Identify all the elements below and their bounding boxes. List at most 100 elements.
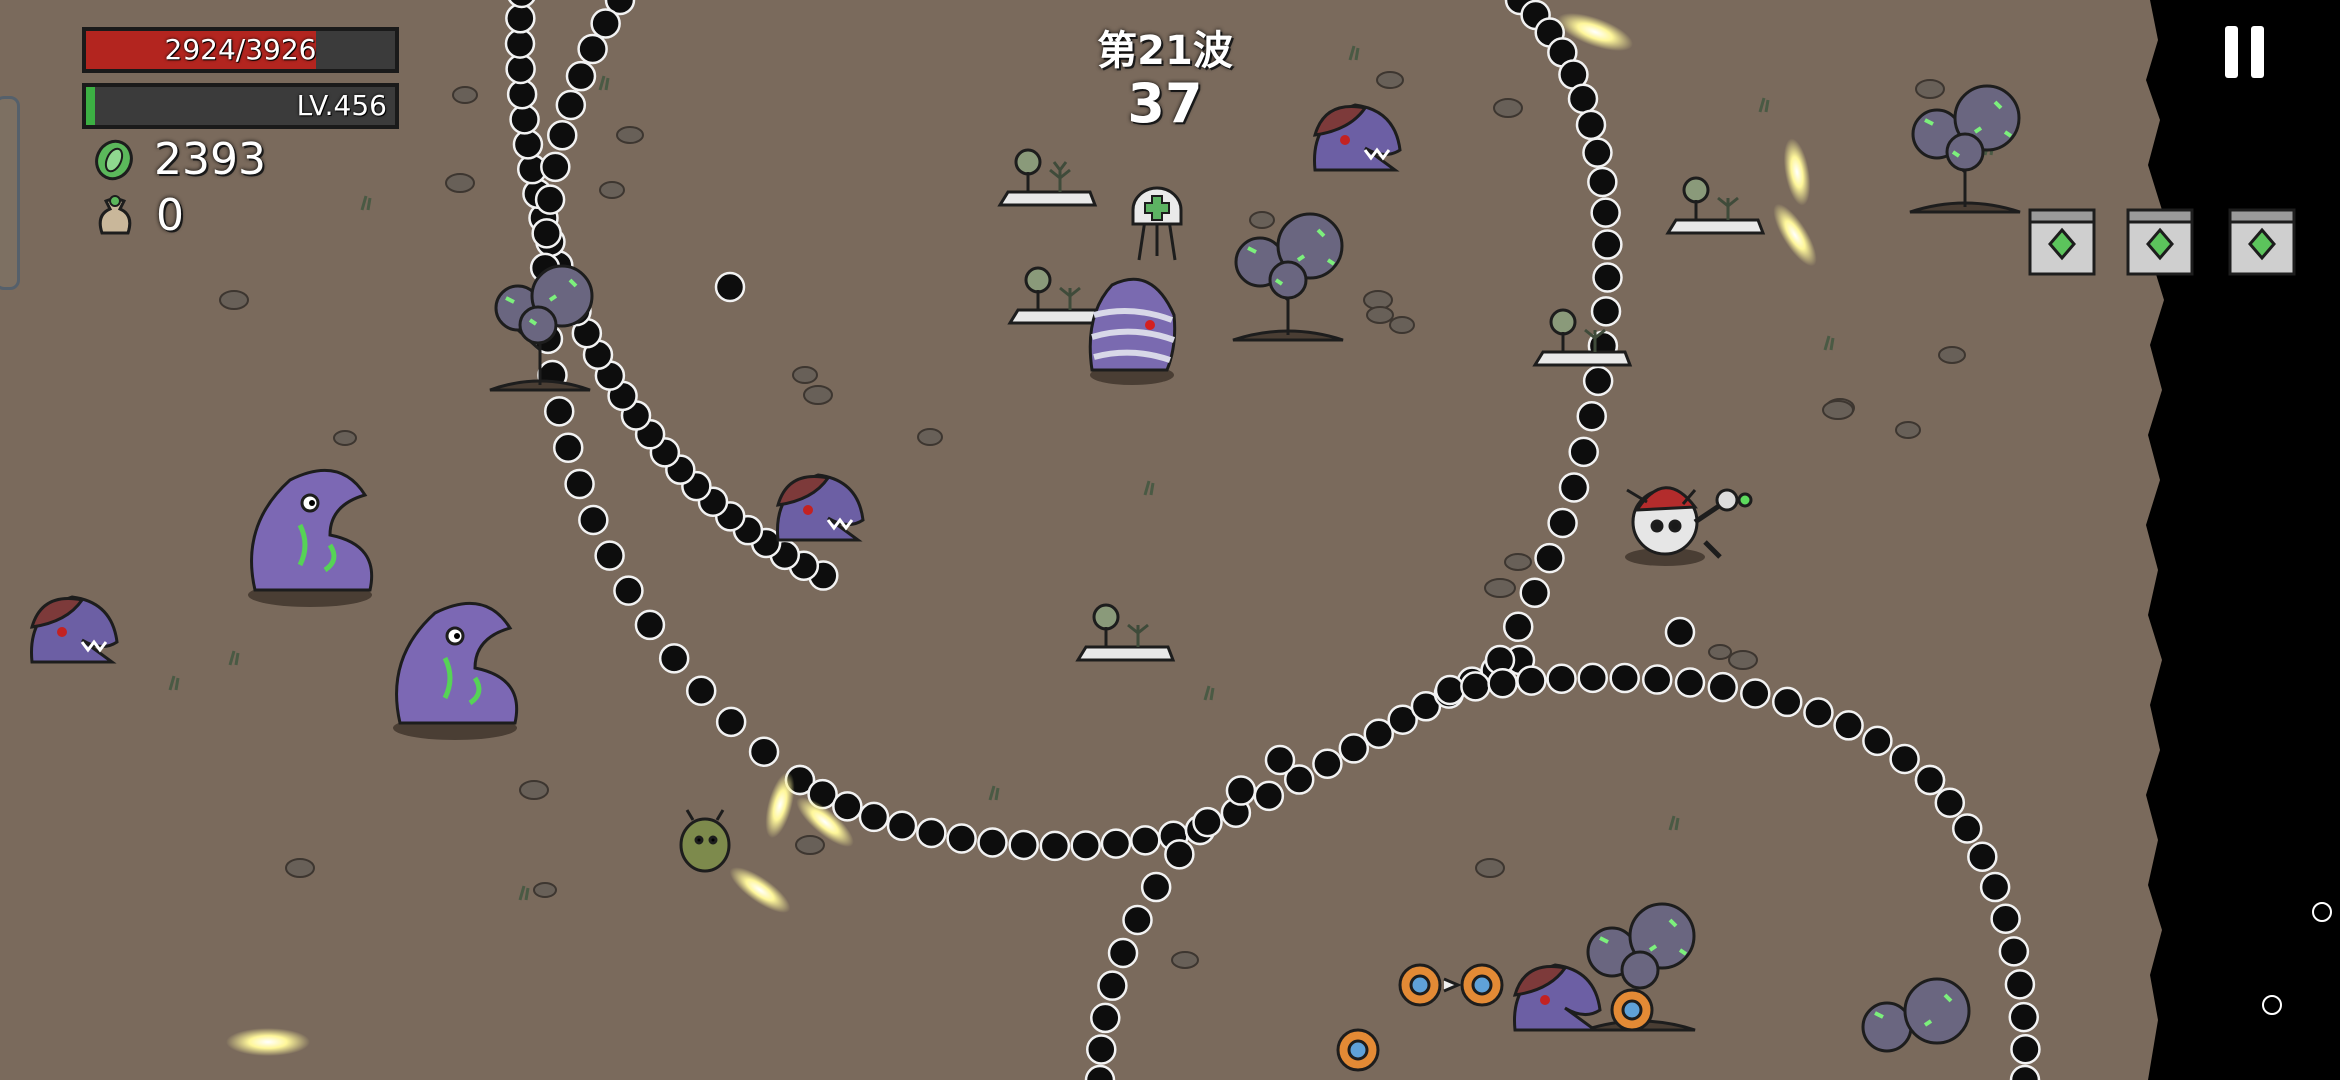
projectile-orb <box>858 801 890 833</box>
experience-bar: LV.456 <box>82 83 399 129</box>
projectile-orb <box>1934 787 1966 818</box>
projectile-orb <box>1990 903 2021 934</box>
projectile-orb <box>1590 296 1622 327</box>
game-screen: 2924/3926 LV.456 2393 0 第21波 37 <box>0 0 2340 1080</box>
loot-crate <box>2228 208 2296 276</box>
projectile-orb <box>1803 697 1834 728</box>
money-bag-icon <box>98 194 132 234</box>
projectile-orb <box>1534 542 1565 574</box>
garden-plot <box>1665 176 1766 235</box>
ground-grass <box>168 45 1995 901</box>
projectile-orb <box>505 53 536 85</box>
projectile-orb <box>1575 109 1607 141</box>
wave-title: 第21波 <box>1097 28 1233 74</box>
projectile-orb <box>2004 969 2036 1000</box>
fruit-tree <box>1861 977 1971 1053</box>
projectile-orb <box>634 609 666 641</box>
helmet-biter-enemy <box>1512 963 1602 1032</box>
projectile-orb <box>564 468 595 500</box>
projectile-orb <box>547 120 578 151</box>
projectile-orb <box>1070 830 1101 861</box>
bag-value: 0 <box>156 190 184 241</box>
projectile-orb <box>832 791 863 822</box>
medic-turret <box>1131 186 1183 261</box>
drone-turret <box>1336 1028 1380 1072</box>
garden-plot <box>1007 266 1108 325</box>
projectile-orb <box>1546 663 1577 694</box>
projectile-orb <box>886 810 918 842</box>
arena <box>29 0 2340 1080</box>
projectile-orb <box>1889 743 1920 775</box>
projectile-orb <box>748 736 780 767</box>
helmet-biter-enemy <box>29 595 119 664</box>
projectile-orb <box>1086 1034 1117 1065</box>
projectile-orb <box>1107 937 1139 969</box>
projectile-orb <box>1833 710 1864 741</box>
projectile-orb <box>1090 1002 1121 1034</box>
projectile-orb <box>577 33 608 65</box>
projectile-orb <box>1587 166 1618 198</box>
level-text: LV.456 <box>296 89 387 122</box>
projectile-orb <box>1582 137 1613 168</box>
helmet-biter-enemy <box>775 473 865 542</box>
side-panel-tab[interactable] <box>0 96 20 290</box>
projectile-orb <box>1567 83 1599 115</box>
projectile-orb <box>512 129 544 160</box>
projectile-orb <box>552 432 584 463</box>
projectile-orb <box>1582 365 1614 397</box>
projectile-orb <box>1998 936 2030 967</box>
loot-crate <box>2028 208 2096 276</box>
drone-turret <box>1460 963 1504 1007</box>
projectile-orb <box>1225 775 1257 806</box>
projectile-orb <box>540 151 571 183</box>
green-coin-icon <box>95 139 133 180</box>
projectile-orb <box>916 817 947 849</box>
projectile-orb <box>1434 674 1466 706</box>
projectile-orb <box>1140 871 1172 903</box>
projectile-orb <box>1576 401 1608 432</box>
projectile-orb <box>1568 436 1599 468</box>
projectile-orb <box>1130 825 1161 856</box>
projectile-orb <box>1547 507 1578 539</box>
projectile-orb <box>1951 813 1983 844</box>
garden-plot <box>1075 603 1176 662</box>
projectile-orb <box>1253 780 1285 812</box>
loot-crate <box>2126 208 2194 276</box>
projectile-orb <box>658 643 690 674</box>
garden-plot <box>997 148 1098 207</box>
wave-timer: 37 <box>1127 72 1203 135</box>
projectile-orb <box>2010 1033 2041 1065</box>
slug-enemy <box>393 601 519 740</box>
projectile-orb <box>714 271 746 303</box>
projectile-orb <box>543 396 575 427</box>
projectile-orb <box>1122 904 1153 936</box>
pause-icon <box>2225 26 2238 78</box>
projectile-orb <box>1914 764 1946 796</box>
projectile-orb <box>1039 830 1071 862</box>
projectile-orb <box>534 184 566 215</box>
projectile-orb <box>715 706 747 738</box>
projectile-orb <box>977 827 1008 858</box>
health-bar: 2924/3926 <box>82 27 399 73</box>
drone-turret <box>1610 988 1654 1032</box>
projectile-orb <box>1084 1064 1116 1080</box>
projectile-orb <box>1590 197 1621 228</box>
projectile-orb <box>1592 229 1623 260</box>
pause-button[interactable] <box>2222 26 2268 82</box>
projectile-orb <box>506 78 538 110</box>
slug-enemy <box>248 468 374 607</box>
projectile-orb <box>613 575 644 606</box>
player-character <box>1625 486 1753 566</box>
projectile-orb <box>504 28 536 59</box>
projectile-orb <box>1097 970 1128 1001</box>
projectile-orb <box>1100 828 1132 859</box>
projectile-orb <box>1740 678 1771 709</box>
projectile-orb <box>1609 662 1640 694</box>
projectile-orb <box>1487 667 1518 699</box>
projectile-orb <box>1664 616 1696 648</box>
projectile-orb <box>685 675 717 706</box>
projectile-orb <box>1312 748 1343 779</box>
projectile-orb <box>1008 829 1039 861</box>
projectile-orb-trail <box>504 0 2041 1080</box>
projectile-orb <box>509 104 540 135</box>
